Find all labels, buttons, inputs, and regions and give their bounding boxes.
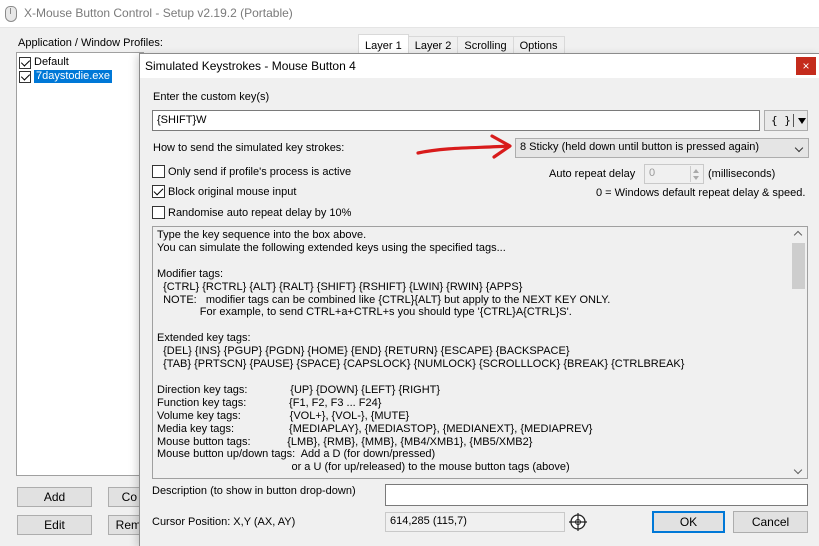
randomise-delay-checkbox[interactable]: Randomise auto repeat delay by 10% xyxy=(152,206,351,219)
cancel-button[interactable]: Cancel xyxy=(733,511,808,533)
tab-layer-2[interactable]: Layer 2 xyxy=(407,36,459,54)
add-profile-button[interactable]: Add xyxy=(17,487,92,507)
checkbox-label: Randomise auto repeat delay by 10% xyxy=(168,206,352,219)
auto-repeat-hint: 0 = Windows default repeat delay & speed… xyxy=(596,187,806,199)
description-input[interactable] xyxy=(385,484,808,506)
help-scrollbar[interactable] xyxy=(790,227,807,478)
ok-button[interactable]: OK xyxy=(652,511,725,533)
checkbox-box[interactable] xyxy=(152,206,165,219)
checkbox-label: Only send if profile's process is active xyxy=(168,165,352,178)
scroll-thumb[interactable] xyxy=(792,243,805,289)
spinner-arrows[interactable] xyxy=(690,166,702,182)
auto-repeat-value: 0 xyxy=(649,167,656,179)
description-label: Description (to show in button drop-down… xyxy=(152,485,356,497)
dialog-title: Simulated Keystrokes - Mouse Button 4 xyxy=(145,59,356,73)
annotation-arrow-icon xyxy=(416,134,512,159)
auto-repeat-unit: (milliseconds) xyxy=(708,168,776,180)
send-mode-label: How to send the simulated key strokes: xyxy=(153,142,345,154)
auto-repeat-input[interactable]: 0 xyxy=(644,164,704,184)
auto-repeat-label: Auto repeat delay xyxy=(549,168,636,180)
crosshair-icon[interactable] xyxy=(567,512,589,532)
profiles-list[interactable]: Default 7daystodie.exe xyxy=(16,52,144,476)
dialog-titlebar: Simulated Keystrokes - Mouse Button 4 × xyxy=(140,54,819,78)
help-text-box[interactable]: Type the key sequence into the box above… xyxy=(152,226,808,479)
profile-checkbox[interactable] xyxy=(19,56,31,69)
braces-icon: { } xyxy=(771,114,791,127)
send-mode-select[interactable]: 8 Sticky (held down until button is pres… xyxy=(515,138,809,158)
send-mode-value: 8 Sticky (held down until button is pres… xyxy=(520,141,760,153)
profile-name: 7daystodie.exe xyxy=(34,70,112,83)
close-button[interactable]: × xyxy=(796,57,816,75)
profile-item-7daystodie[interactable]: 7daystodie.exe xyxy=(19,70,141,83)
profiles-label: Application / Window Profiles: xyxy=(18,37,163,49)
tab-options[interactable]: Options xyxy=(512,36,565,54)
tab-layer-1[interactable]: Layer 1 xyxy=(358,34,409,54)
scroll-up-icon[interactable] xyxy=(793,230,803,240)
checkbox-box[interactable] xyxy=(152,185,165,198)
only-send-active-checkbox[interactable]: Only send if profile's process is active xyxy=(152,165,351,178)
checkbox-label: Block original mouse input xyxy=(168,185,297,198)
profile-name: Default xyxy=(34,56,69,68)
cursor-position-field: 614,285 (115,7) xyxy=(385,512,565,532)
main-window-title: X-Mouse Button Control - Setup v2.19.2 (… xyxy=(24,6,293,20)
custom-key-label: Enter the custom key(s) xyxy=(153,91,270,103)
dropdown-arrow-icon xyxy=(798,118,806,124)
insert-tag-button[interactable]: { } xyxy=(764,110,808,131)
profile-checkbox[interactable] xyxy=(19,70,31,83)
block-original-checkbox[interactable]: Block original mouse input xyxy=(152,185,296,198)
main-titlebar: X-Mouse Button Control - Setup v2.19.2 (… xyxy=(0,0,819,28)
tab-scrolling[interactable]: Scrolling xyxy=(457,36,514,54)
simulated-keystrokes-dialog: Simulated Keystrokes - Mouse Button 4 × … xyxy=(139,53,819,546)
scroll-down-icon[interactable] xyxy=(793,465,803,475)
split-divider xyxy=(793,114,794,127)
cursor-position-label: Cursor Position: X,Y (AX, AY) xyxy=(152,516,296,528)
profile-item-default[interactable]: Default xyxy=(19,56,141,69)
help-text: Type the key sequence into the box above… xyxy=(157,229,685,474)
custom-key-input[interactable]: {SHIFT}W xyxy=(152,110,760,131)
layer-tabs: Layer 1 Layer 2 Scrolling Options xyxy=(358,34,565,54)
edit-profile-button[interactable]: Edit xyxy=(17,515,92,535)
chevron-down-icon xyxy=(794,143,804,153)
checkbox-box[interactable] xyxy=(152,165,165,178)
mouse-icon xyxy=(5,6,17,22)
